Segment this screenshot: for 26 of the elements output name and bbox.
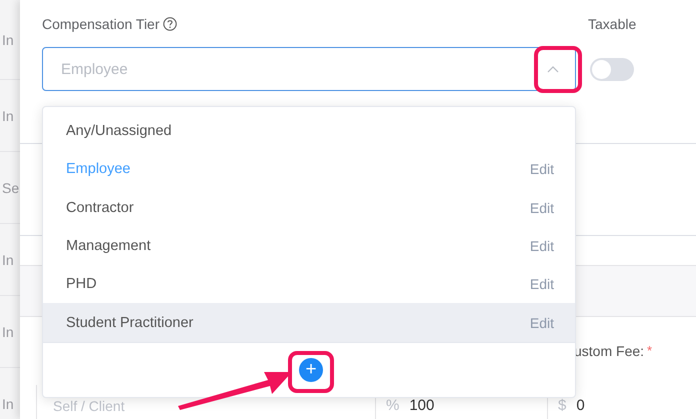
percent-value: 100	[409, 397, 434, 414]
row-label: Se	[2, 180, 20, 196]
field-label: Taxable	[588, 16, 636, 32]
row-label: In	[2, 252, 14, 268]
highlight-frame	[534, 46, 582, 93]
toggle-switch[interactable]	[590, 58, 634, 80]
currency-symbol: $	[558, 397, 566, 414]
dropdown-option[interactable]: Management Edit	[43, 226, 575, 266]
dropdown-option[interactable]: Student Practitioner Edit	[43, 303, 575, 342]
percent-symbol: %	[386, 397, 400, 414]
row-label: In	[2, 108, 14, 124]
required-mark: *	[647, 343, 652, 358]
fee-field[interactable]: $ 0	[548, 385, 696, 419]
row-label: In	[2, 324, 14, 340]
row-label: In	[2, 32, 14, 48]
fee-value[interactable]: 0	[576, 397, 585, 414]
select-placeholder: Employee	[61, 60, 128, 78]
caret-icon[interactable]	[547, 65, 559, 73]
field-label: Compensation Tier	[42, 16, 160, 32]
help-icon[interactable]	[162, 17, 177, 31]
add-button[interactable]: +	[299, 358, 323, 382]
row-label: In	[2, 396, 14, 412]
dropdown-option[interactable]: Any/Unassigned	[43, 112, 575, 150]
dropdown-option[interactable]: PHD Edit	[43, 265, 575, 304]
highlight-frame	[288, 351, 334, 393]
dropdown-option[interactable]: Contractor Edit	[43, 188, 575, 227]
